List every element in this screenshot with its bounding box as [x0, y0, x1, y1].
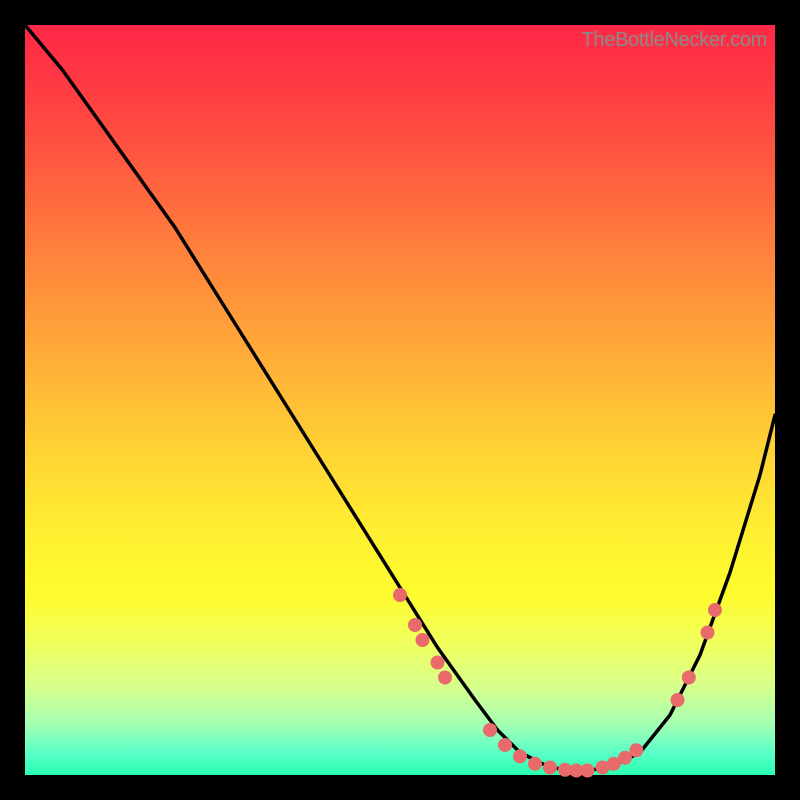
data-point	[682, 671, 696, 685]
data-point	[416, 633, 430, 647]
data-point	[431, 656, 445, 670]
data-point	[498, 738, 512, 752]
data-point	[581, 764, 595, 778]
data-point	[438, 671, 452, 685]
data-point	[483, 723, 497, 737]
data-point	[708, 603, 722, 617]
data-point	[701, 626, 715, 640]
data-point	[528, 757, 542, 771]
data-point	[513, 749, 527, 763]
data-point	[393, 588, 407, 602]
chart-plot-area: TheBottleNecker.com	[25, 25, 775, 775]
data-point	[671, 693, 685, 707]
data-markers	[393, 588, 722, 778]
chart-svg	[25, 25, 775, 775]
data-point	[408, 618, 422, 632]
curve-line	[25, 25, 775, 771]
data-point	[629, 743, 643, 757]
data-point	[543, 761, 557, 775]
